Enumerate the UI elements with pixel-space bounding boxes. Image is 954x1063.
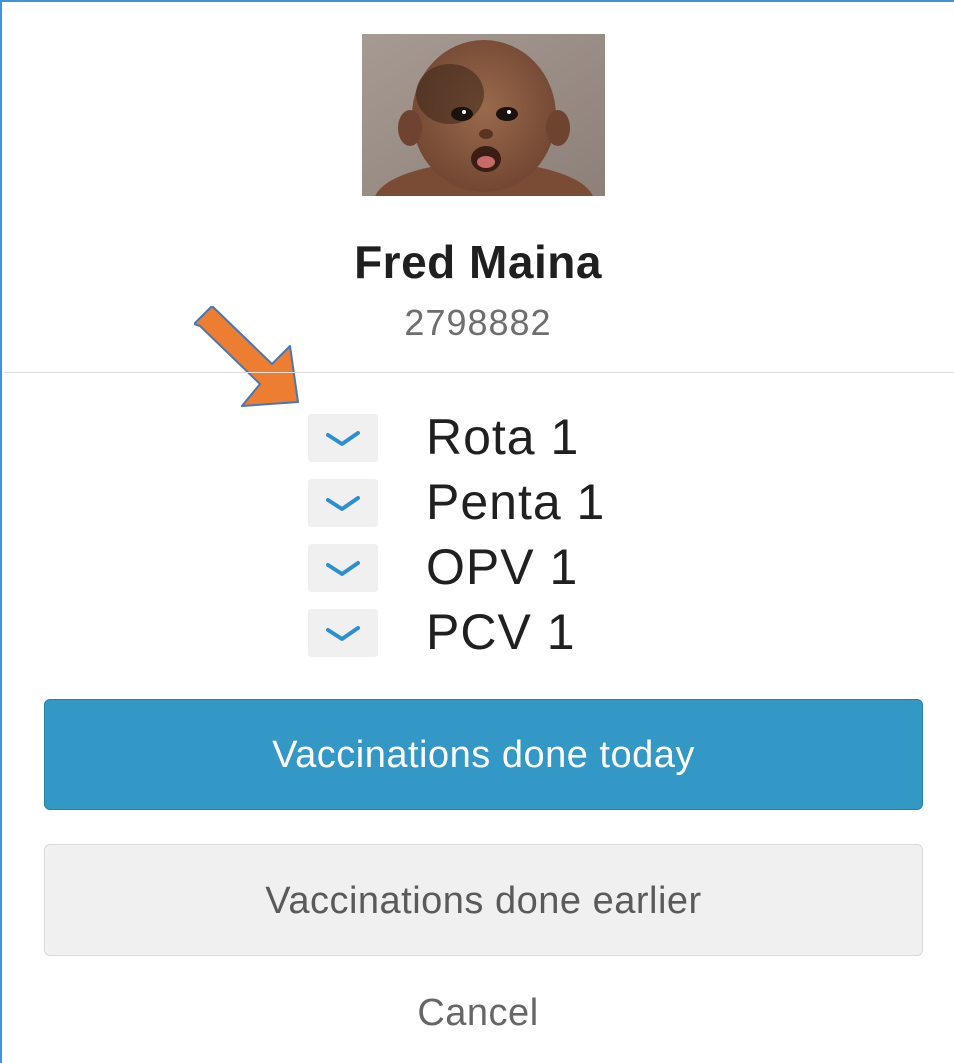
vaccine-label: PCV 1	[426, 604, 576, 660]
checkmark-icon	[326, 626, 360, 641]
cancel-button[interactable]: Cancel	[2, 992, 954, 1035]
checkmark-icon	[326, 496, 360, 511]
vaccinations-done-earlier-button[interactable]: Vaccinations done earlier	[44, 844, 923, 956]
vaccine-label: OPV 1	[426, 539, 579, 595]
checkmark-icon	[326, 431, 360, 446]
baby-photo-image	[362, 34, 605, 196]
vaccine-label: Rota 1	[426, 409, 580, 465]
vaccine-checkbox[interactable]	[308, 479, 378, 527]
vaccinations-done-today-button[interactable]: Vaccinations done today	[44, 699, 923, 810]
vaccine-label: Penta 1	[426, 474, 606, 530]
vaccine-checkbox[interactable]	[308, 609, 378, 657]
child-id-number: 2798882	[404, 302, 552, 343]
section-divider	[4, 372, 954, 373]
vaccine-checkbox[interactable]	[308, 544, 378, 592]
child-name: Fred Maina	[354, 236, 602, 288]
vaccine-checkbox[interactable]	[308, 414, 378, 462]
annotation-arrow-icon	[194, 306, 299, 407]
checkmark-icon	[326, 561, 360, 576]
vaccination-dialog: Fred Maina 2798882 Rota 1 Penta 1 OPV 1 …	[0, 0, 954, 1063]
child-photo	[362, 34, 605, 196]
